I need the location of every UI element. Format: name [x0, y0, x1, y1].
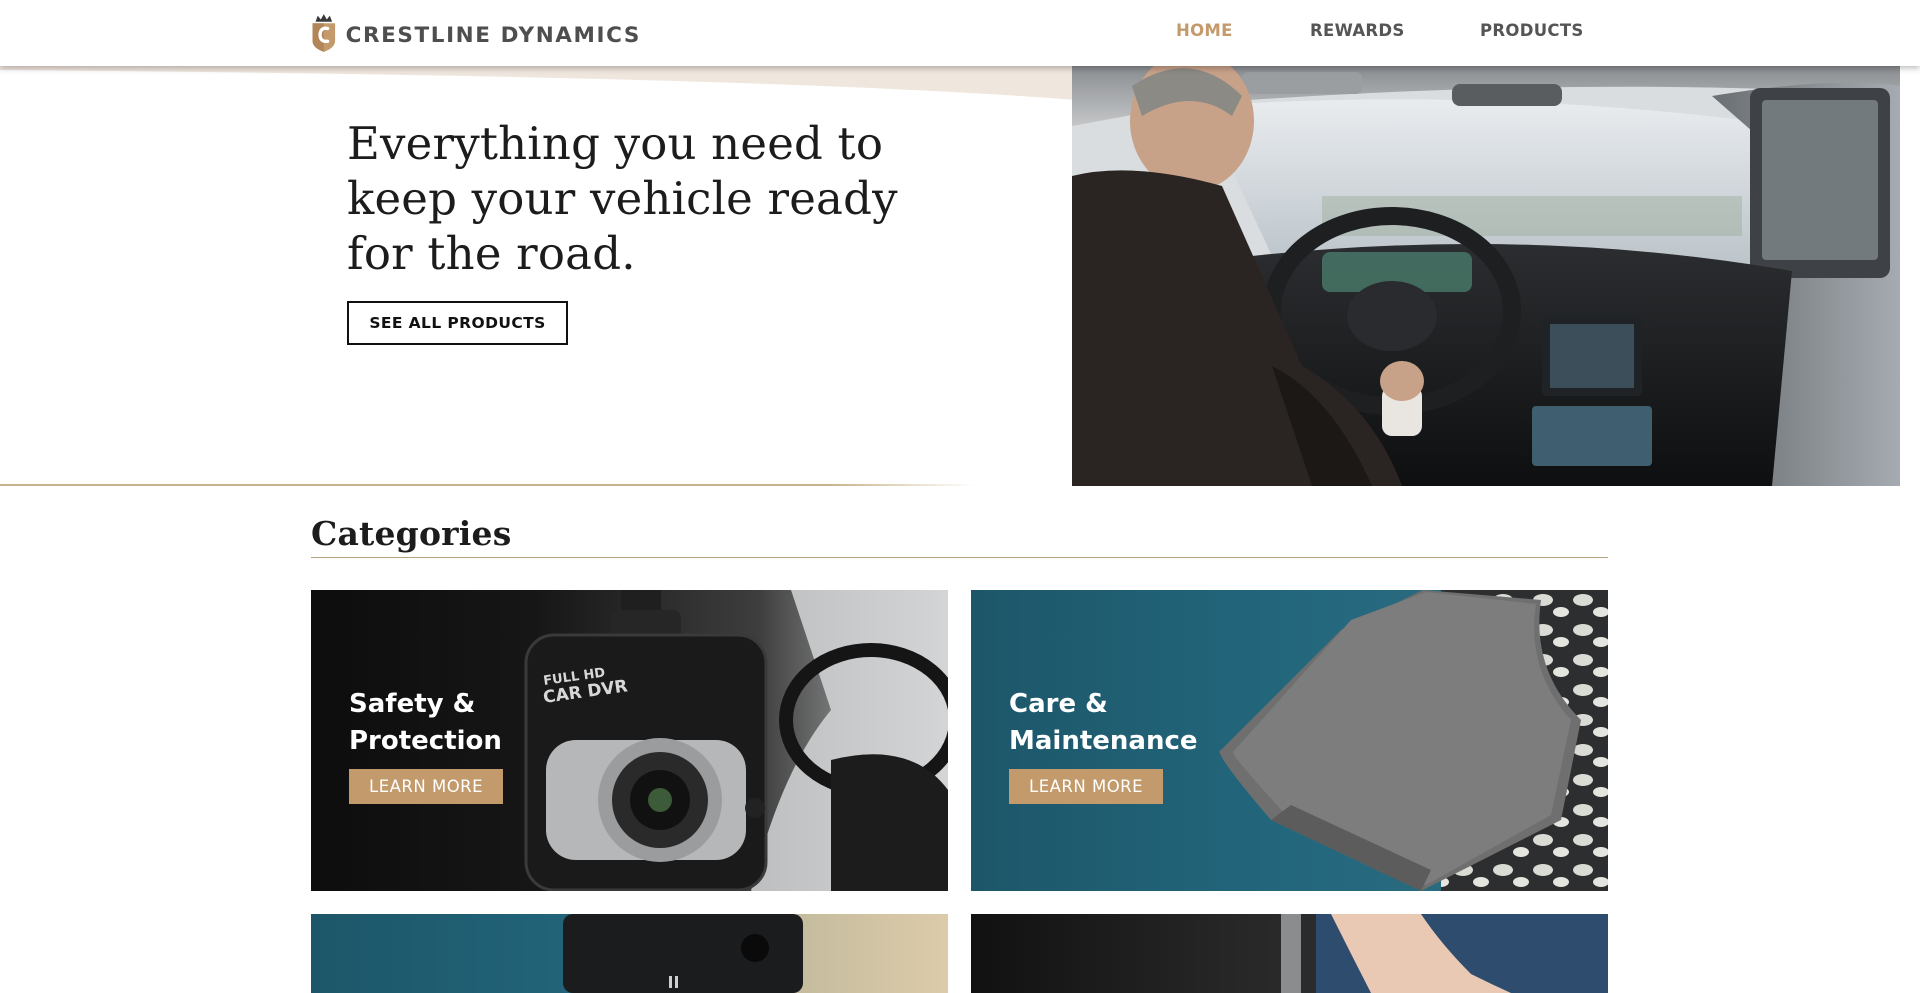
learn-more-care-button[interactable]: LEARN MORE: [1009, 769, 1164, 804]
see-all-products-button[interactable]: SEE ALL PRODUCTS: [347, 301, 568, 345]
man-driving-car-interior-photo-icon: [1072, 66, 1900, 486]
nav-home[interactable]: HOME: [1176, 21, 1233, 40]
hero-image: [1072, 66, 1900, 486]
nav-products[interactable]: PRODUCTS: [1480, 21, 1584, 40]
learn-more-safety-button[interactable]: LEARN MORE: [349, 769, 504, 804]
categories-title: Categories: [311, 514, 512, 553]
site-header: CRESTLINE DYNAMICS HOME REWARDS PRODUCTS: [0, 0, 1920, 66]
hero-decorative-swoosh: [0, 66, 1100, 102]
car-cleaning-photo-icon: [971, 914, 1608, 993]
radar-device-photo-icon: [311, 914, 948, 993]
hero-heading: Everything you need to keep your vehicle…: [347, 117, 898, 280]
category-card-safety[interactable]: FULL HD CAR DVR Safety & Protection LEAR…: [311, 590, 948, 891]
card-title-safety: Safety & Protection: [349, 689, 502, 756]
nav-rewards[interactable]: REWARDS: [1310, 21, 1405, 40]
category-card-care[interactable]: Care & Maintenance LEARN MORE: [971, 590, 1608, 891]
category-card-3[interactable]: [311, 914, 948, 993]
hero-section: Everything you need to keep your vehicle…: [0, 66, 1920, 486]
main-nav: HOME REWARDS PRODUCTS: [0, 21, 1920, 45]
categories-divider: [311, 557, 1608, 558]
hero-divider: [0, 484, 975, 486]
category-card-4[interactable]: [971, 914, 1608, 993]
card-title-care: Care & Maintenance: [1009, 689, 1198, 756]
